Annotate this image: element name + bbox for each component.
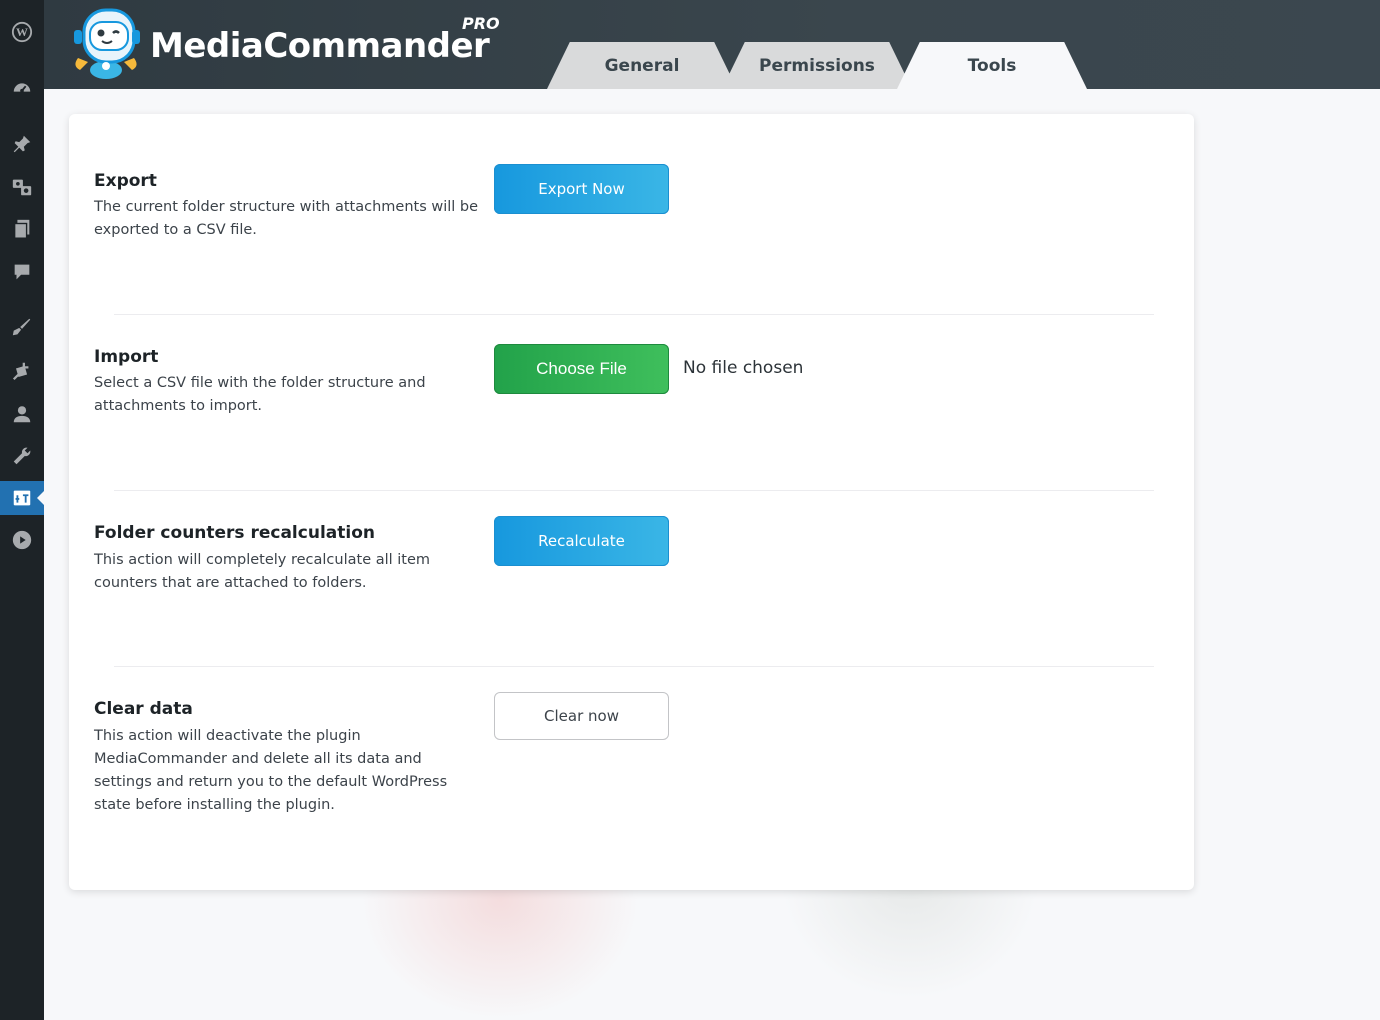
appearance-icon[interactable] bbox=[0, 310, 44, 344]
svg-text:W: W bbox=[16, 25, 28, 39]
file-status-text: No file chosen bbox=[683, 358, 804, 378]
clear-data-title: Clear data bbox=[94, 699, 193, 719]
import-description: Select a CSV file with the folder struct… bbox=[94, 375, 426, 414]
import-title: Import bbox=[94, 347, 159, 367]
posts-icon[interactable] bbox=[0, 127, 44, 161]
pro-badge: PRO bbox=[462, 14, 500, 33]
tab-tools[interactable]: Tools bbox=[897, 42, 1087, 89]
plugins-icon[interactable] bbox=[0, 354, 44, 388]
tools-card: Export The current folder structure with… bbox=[69, 114, 1194, 890]
media-icon[interactable] bbox=[0, 170, 44, 204]
clear-data-section: Clear data This action will deactivate t… bbox=[69, 666, 1194, 890]
import-section: Import Select a CSV file with the folder… bbox=[69, 314, 1194, 490]
recalculate-button[interactable]: Recalculate bbox=[494, 516, 669, 566]
tab-permissions-label: Permissions bbox=[759, 55, 875, 76]
clear-now-button[interactable]: Clear now bbox=[494, 692, 669, 740]
recalculate-description: This action will completely recalculate … bbox=[94, 552, 431, 591]
export-description: The current folder structure with attach… bbox=[94, 199, 479, 238]
recalculate-title: Folder counters recalculation bbox=[94, 523, 375, 543]
tab-general-label: General bbox=[604, 55, 680, 76]
dashboard-icon[interactable] bbox=[0, 71, 44, 105]
choose-file-button[interactable]: Choose File bbox=[494, 344, 669, 394]
users-icon[interactable] bbox=[0, 397, 44, 431]
pages-icon[interactable] bbox=[0, 212, 44, 246]
brand-name: MediaCommander bbox=[150, 26, 490, 66]
tools-icon[interactable] bbox=[0, 439, 44, 473]
play-icon[interactable] bbox=[0, 523, 44, 557]
export-section: Export The current folder structure with… bbox=[69, 114, 1194, 314]
clear-data-description: This action will deactivate the plugin M… bbox=[94, 728, 448, 813]
wordpress-icon[interactable]: W bbox=[0, 15, 44, 49]
export-now-button[interactable]: Export Now bbox=[494, 164, 669, 214]
tab-permissions[interactable]: Permissions bbox=[722, 42, 912, 89]
plugin-header: MediaCommander PRO General Permissions T… bbox=[44, 0, 1380, 89]
tab-general[interactable]: General bbox=[547, 42, 737, 89]
recalculate-section: Folder counters recalculation This actio… bbox=[69, 490, 1194, 666]
mascot-logo-icon bbox=[70, 8, 142, 80]
wp-admin-sidebar: W bbox=[0, 0, 44, 1020]
comments-icon[interactable] bbox=[0, 255, 44, 289]
export-title: Export bbox=[94, 171, 157, 191]
tab-tools-label: Tools bbox=[967, 55, 1017, 76]
mediacommander-icon[interactable] bbox=[0, 481, 44, 515]
